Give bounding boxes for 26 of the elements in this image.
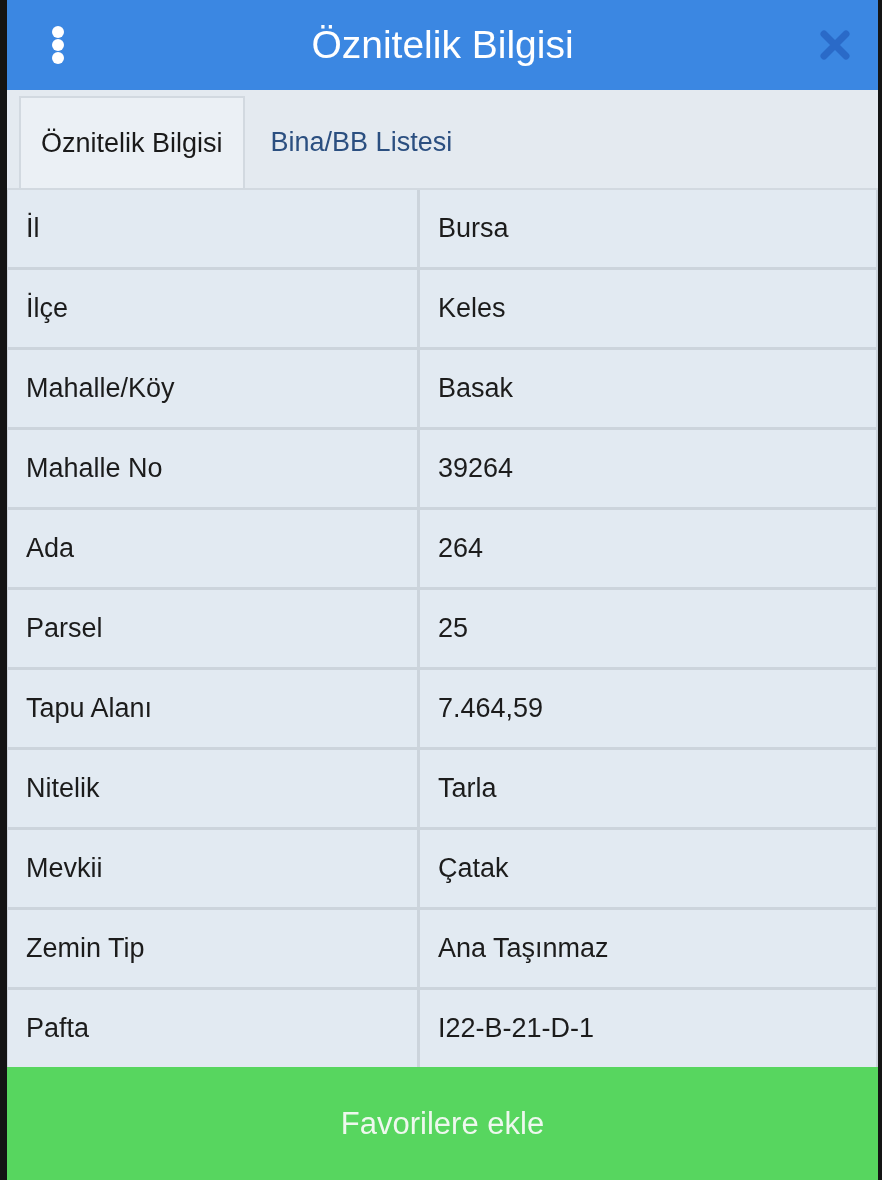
- table-cell: İl: [8, 190, 417, 267]
- table-cell: 264: [420, 510, 876, 587]
- table-cell: Keles: [420, 270, 876, 347]
- table-cell: İlçe: [8, 270, 417, 347]
- table-cell: Çatak: [420, 830, 876, 907]
- table-cell: Zemin Tip: [8, 910, 417, 987]
- menu-icon[interactable]: [51, 25, 65, 65]
- table-cell: Mevkii: [8, 830, 417, 907]
- table-cell: Mahalle No: [8, 430, 417, 507]
- table-cell: Tapu Alanı: [8, 670, 417, 747]
- table-cell: Mahalle/Köy: [8, 350, 417, 427]
- tab[interactable]: Öznitelik Bilgisi: [19, 96, 245, 188]
- table-cell: Nitelik: [8, 750, 417, 827]
- table-cell: 25: [420, 590, 876, 667]
- table-cell: Pafta: [8, 990, 417, 1067]
- table-cell: Ana Taşınmaz: [420, 910, 876, 987]
- table-cell: Basak: [420, 350, 876, 427]
- table-cell: Parsel: [8, 590, 417, 667]
- table-cell: Ada: [8, 510, 417, 587]
- table-cell: 7.464,59: [420, 670, 876, 747]
- table-cell: 39264: [420, 430, 876, 507]
- table-cell: I22-B-21-D-1: [420, 990, 876, 1067]
- tab[interactable]: Bina/BB Listesi: [244, 96, 479, 188]
- table-cell: Tarla: [420, 750, 876, 827]
- window-title: Öznitelik Bilgisi: [310, 23, 575, 67]
- table-cell: Bursa: [420, 190, 876, 267]
